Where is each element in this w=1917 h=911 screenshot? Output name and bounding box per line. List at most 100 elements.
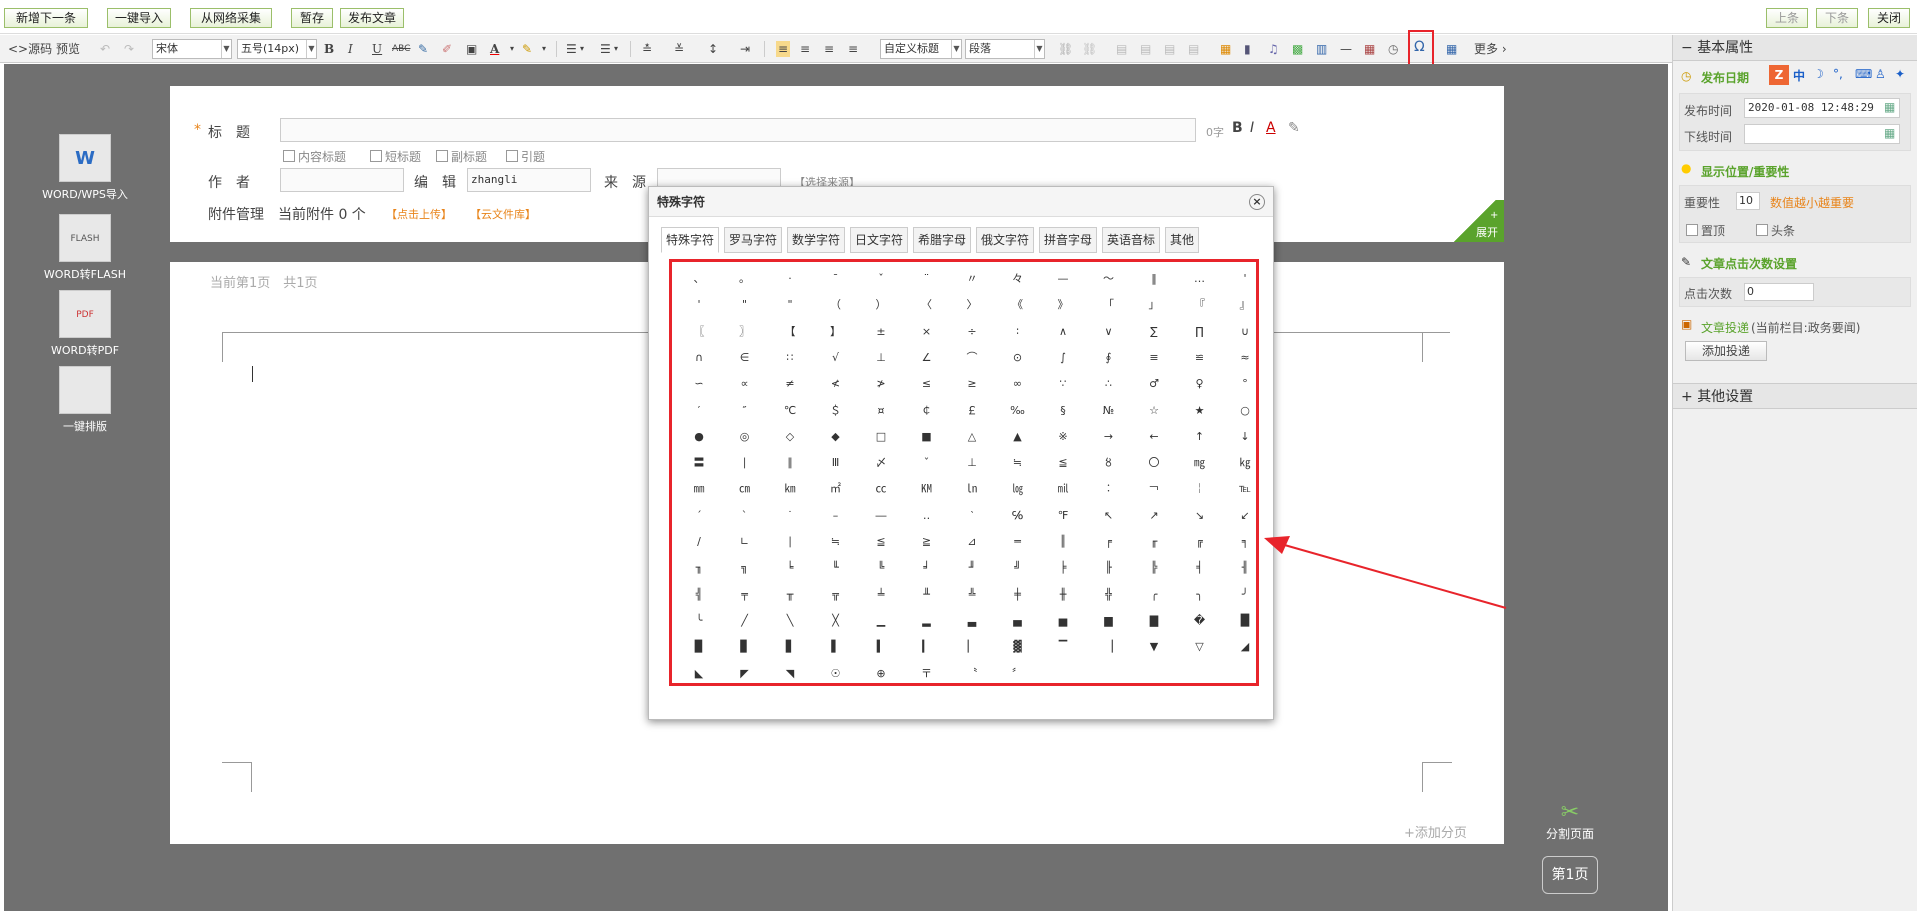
font-color-icon[interactable]: A <box>490 41 499 57</box>
char-cell[interactable]: " <box>722 292 768 318</box>
char-cell[interactable]: – <box>813 503 859 529</box>
title-input[interactable] <box>280 118 1196 142</box>
char-cell[interactable]: ∽ <box>676 371 722 397</box>
char-cell[interactable]: ▆ <box>1086 608 1132 634</box>
char-cell[interactable]: ≤ <box>904 371 950 397</box>
punctuation-icon[interactable]: °, <box>1833 67 1843 81</box>
char-cell[interactable]: ╙ <box>813 555 859 581</box>
page-1-badge[interactable]: 第1页 <box>1542 856 1598 894</box>
add-page-link[interactable]: +添加分页 <box>1404 822 1467 841</box>
char-cell[interactable]: 〒 <box>904 661 950 687</box>
char-cell[interactable]: ▋ <box>767 634 813 660</box>
char-cell[interactable]: 『 <box>1177 292 1223 318</box>
char-cell[interactable]: ╣ <box>676 582 722 608</box>
char-cell[interactable]: ∴ <box>1086 371 1132 397</box>
char-cell[interactable]: ♂ <box>1131 371 1177 397</box>
char-cell[interactable]: ◣ <box>676 661 722 687</box>
format-icon[interactable]: ✎ <box>1288 120 1300 136</box>
char-cell[interactable]: 。 <box>722 266 768 292</box>
char-cell[interactable]: ′ <box>676 398 722 424</box>
char-cell[interactable]: 」 <box>1131 292 1177 318</box>
font-color-icon[interactable]: A <box>1266 120 1276 136</box>
char-cell[interactable]: ～ <box>1086 266 1132 292</box>
content-title-checkbox[interactable]: 内容标题 <box>283 148 346 165</box>
char-cell[interactable]: ˉ <box>813 266 859 292</box>
char-cell[interactable]: ㏄ <box>858 476 904 502</box>
char-cell[interactable]: ‥ <box>904 503 950 529</box>
unordered-list-icon[interactable]: ☰ <box>600 41 611 57</box>
unlink-icon[interactable]: ⛓ <box>1082 41 1097 57</box>
char-cell[interactable]: ∶ <box>995 319 1041 345</box>
char-cell[interactable]: ◎ <box>722 424 768 450</box>
char-cell[interactable]: ‵ <box>949 503 995 529</box>
char-cell[interactable]: ╟ <box>1086 555 1132 581</box>
char-cell[interactable]: 〆 <box>858 450 904 476</box>
tab-4[interactable]: 日文字符 <box>850 227 908 253</box>
char-cell[interactable]: ″ <box>722 398 768 424</box>
char-cell[interactable]: ═ <box>995 529 1041 555</box>
char-cell[interactable]: ▓ <box>995 634 1041 660</box>
preview-button[interactable]: 预览 <box>56 41 80 57</box>
char-cell[interactable]: 〞 <box>995 661 1041 687</box>
char-cell[interactable]: ╮ <box>1177 582 1223 608</box>
date-icon[interactable]: ▦ <box>1364 41 1375 57</box>
char-cell[interactable]: Ⅲ <box>813 450 859 476</box>
char-cell[interactable]: ∑ <box>1131 319 1177 345</box>
template-icon[interactable]: ▥ <box>1316 41 1327 57</box>
image-icon[interactable]: ▦ <box>1220 41 1231 57</box>
pdf-convert-tool[interactable]: PDF WORD转PDF <box>30 290 140 358</box>
char-cell[interactable]: ∕ <box>676 529 722 555</box>
char-cell[interactable]: ∣ <box>722 450 768 476</box>
char-cell[interactable]: ╳ <box>813 608 859 634</box>
char-cell[interactable]: 』 <box>1222 292 1268 318</box>
top-checkbox[interactable]: 置顶 <box>1686 222 1725 239</box>
char-cell[interactable]: ︰ <box>1086 476 1132 502</box>
char-cell[interactable]: — <box>1040 266 1086 292</box>
char-cell[interactable]: " <box>767 292 813 318</box>
calendar-icon[interactable]: ▦ <box>1884 100 1895 114</box>
char-cell[interactable]: ╱ <box>722 608 768 634</box>
char-cell[interactable]: （ <box>813 292 859 318</box>
char-cell[interactable]: ╦ <box>813 582 859 608</box>
char-cell[interactable]: ＄ <box>813 398 859 424</box>
char-cell[interactable]: ╚ <box>858 555 904 581</box>
add-post-button[interactable]: 添加投递 <box>1685 341 1767 361</box>
char-cell[interactable]: 〗 <box>722 319 768 345</box>
char-cell[interactable]: ╬ <box>1086 582 1132 608</box>
headline-checkbox[interactable]: 头条 <box>1756 222 1795 239</box>
char-cell[interactable]: ㏕ <box>1040 476 1086 502</box>
char-cell[interactable]: ‖ <box>1131 266 1177 292</box>
char-cell[interactable]: ∣ <box>767 529 813 555</box>
chevron-down-icon[interactable]: ▾ <box>510 41 514 57</box>
char-cell[interactable]: ╲ <box>767 608 813 634</box>
user-icon[interactable]: ♙ <box>1875 67 1886 81</box>
char-cell[interactable]: ╝ <box>995 555 1041 581</box>
one-click-import-button[interactable]: 一键导入 <box>107 8 171 28</box>
char-cell[interactable]: ≒ <box>995 450 1041 476</box>
char-cell[interactable]: 【 <box>767 319 813 345</box>
char-cell[interactable]: ╞ <box>1040 555 1086 581</box>
char-cell[interactable]: ℅ <box>995 503 1041 529</box>
align-justify-icon[interactable]: ≡ <box>848 41 858 57</box>
char-cell[interactable]: ℡ <box>1222 476 1268 502</box>
char-cell[interactable]: ※ <box>1040 424 1086 450</box>
lead-title-checkbox[interactable]: 引题 <box>506 148 545 165</box>
char-cell[interactable]: ▁ <box>858 608 904 634</box>
upload-link[interactable]: 【点击上传】 <box>386 206 452 222</box>
next-item-button[interactable]: 下条 <box>1816 8 1858 28</box>
char-cell[interactable]: ◥ <box>767 661 813 687</box>
tab-3[interactable]: 数学字符 <box>787 227 845 253</box>
tab-1[interactable]: 特殊字符 <box>661 227 719 253</box>
char-cell[interactable]: 〖 <box>676 319 722 345</box>
char-cell[interactable]: ∩ <box>676 345 722 371</box>
char-cell[interactable]: 、 <box>676 266 722 292</box>
char-cell[interactable]: ▏ <box>949 634 995 660</box>
char-cell[interactable]: ≦ <box>1040 450 1086 476</box>
char-cell[interactable]: ∝ <box>722 371 768 397</box>
char-cell[interactable]: ˙ <box>767 503 813 529</box>
char-cell[interactable]: ÷ <box>949 319 995 345</box>
char-cell[interactable]: ╒ <box>1086 529 1132 555</box>
char-cell[interactable]: ▊ <box>722 634 768 660</box>
char-cell[interactable]: ╛ <box>904 555 950 581</box>
char-cell[interactable]: ± <box>858 319 904 345</box>
